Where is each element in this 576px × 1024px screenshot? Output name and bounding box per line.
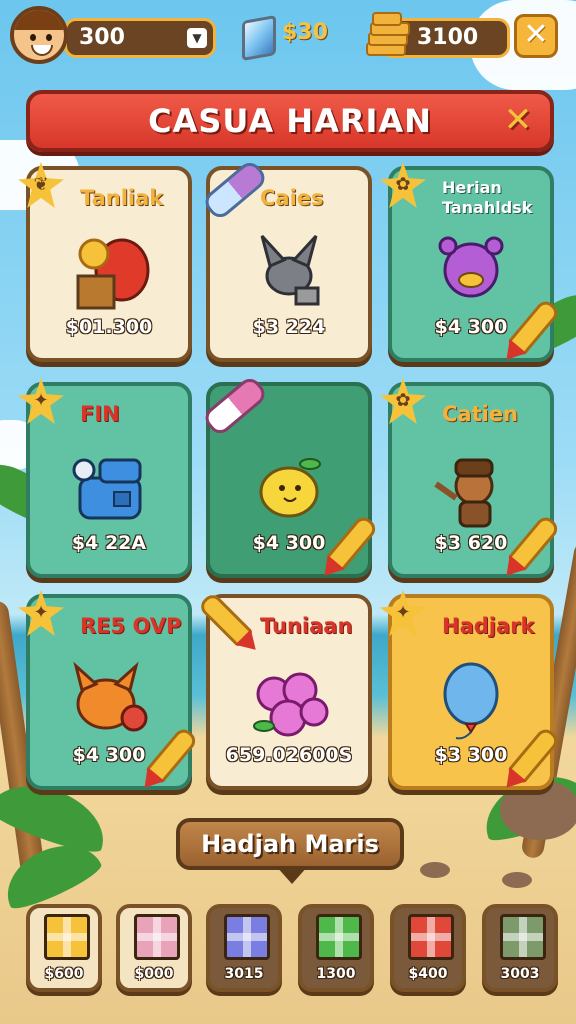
dropdown-icon[interactable]: ▼ bbox=[187, 28, 207, 48]
rock bbox=[420, 862, 450, 878]
bottom-item[interactable]: $000 bbox=[116, 904, 192, 992]
bottom-item-price: $600 bbox=[44, 966, 84, 982]
currency-2-value: 3100 bbox=[417, 25, 479, 50]
daily-shop-banner: CASUA HARIAN ✕ bbox=[26, 90, 554, 152]
coin-stack-icon bbox=[366, 12, 410, 56]
card-title: Catien bbox=[442, 402, 519, 426]
currency-1-counter[interactable]: 300 ▼ bbox=[64, 18, 216, 58]
bottom-item[interactable]: $600 bbox=[26, 904, 102, 992]
bottom-item[interactable]: 1300 bbox=[298, 904, 374, 992]
avatar-eye bbox=[46, 34, 52, 41]
top-bar: 300 ▼ $30 3100 ✕ bbox=[0, 0, 576, 80]
star-badge-icon: ✦ bbox=[18, 590, 64, 636]
bottom-item[interactable]: 3015 bbox=[206, 904, 282, 992]
player-avatar[interactable] bbox=[10, 6, 68, 64]
blue-balloon-icon bbox=[426, 654, 516, 744]
card-price: $4 22A bbox=[71, 532, 147, 554]
gem-icon bbox=[238, 14, 276, 61]
gift-icon bbox=[316, 914, 362, 960]
bottom-item-price: 3015 bbox=[224, 966, 264, 982]
banner-close-button[interactable]: ✕ bbox=[496, 100, 540, 144]
ribbon-pointer bbox=[276, 866, 308, 884]
card-title: Hadjark bbox=[442, 614, 535, 638]
blue-mailbox-icon bbox=[64, 442, 154, 532]
gem-value: $30 bbox=[282, 20, 328, 45]
bottom-item-price: $000 bbox=[134, 966, 174, 982]
star-badge-icon: ✦ bbox=[380, 590, 426, 636]
bottom-item[interactable]: 3003 bbox=[482, 904, 558, 992]
gift-icon bbox=[134, 914, 180, 960]
card-price: 659.02600S bbox=[225, 744, 353, 766]
card-price: $3 224 bbox=[252, 316, 326, 338]
close-button[interactable]: ✕ bbox=[514, 14, 558, 58]
currency-1-value: 300 bbox=[79, 25, 125, 50]
gift-icon bbox=[44, 914, 90, 960]
section-ribbon[interactable]: Hadjah Maris bbox=[176, 818, 404, 870]
gift-icon bbox=[224, 914, 270, 960]
card-title: Herian Tanahldsk bbox=[442, 178, 533, 217]
leaf-badge-icon: ❦ bbox=[18, 162, 64, 208]
avatar-mouth bbox=[31, 45, 53, 56]
red-fish-with-coin-icon bbox=[64, 226, 154, 316]
orange-fox-icon bbox=[64, 654, 154, 744]
card-title: Caies bbox=[260, 186, 324, 210]
gift-icon bbox=[408, 914, 454, 960]
card-title: Tanliak bbox=[80, 186, 164, 210]
pink-berries-icon bbox=[244, 654, 334, 744]
avatar-eye bbox=[30, 34, 36, 41]
bottom-item-price: $400 bbox=[408, 966, 448, 982]
bottom-item-price: 3003 bbox=[500, 966, 540, 982]
card-price: $01.300 bbox=[65, 316, 153, 338]
bottom-item-price: 1300 bbox=[316, 966, 356, 982]
brown-cowboy-icon bbox=[426, 442, 516, 532]
rock bbox=[502, 872, 532, 888]
lemon-icon bbox=[244, 442, 334, 532]
card-title: FIN bbox=[80, 402, 120, 426]
avatar-hair bbox=[14, 10, 64, 30]
gift-icon bbox=[500, 914, 546, 960]
card-title: Tuniaan bbox=[260, 614, 353, 638]
bottom-item[interactable]: $400 bbox=[390, 904, 466, 992]
gray-bat-icon bbox=[244, 226, 334, 316]
feather-badge-icon: ✿ bbox=[380, 378, 426, 424]
feather-badge-icon: ✿ bbox=[380, 162, 426, 208]
purple-duck-icon bbox=[426, 226, 516, 316]
banner-title: CASUA HARIAN bbox=[148, 102, 432, 140]
star-badge-icon: ✦ bbox=[18, 378, 64, 424]
card-title: RE5 OVP bbox=[80, 614, 182, 638]
